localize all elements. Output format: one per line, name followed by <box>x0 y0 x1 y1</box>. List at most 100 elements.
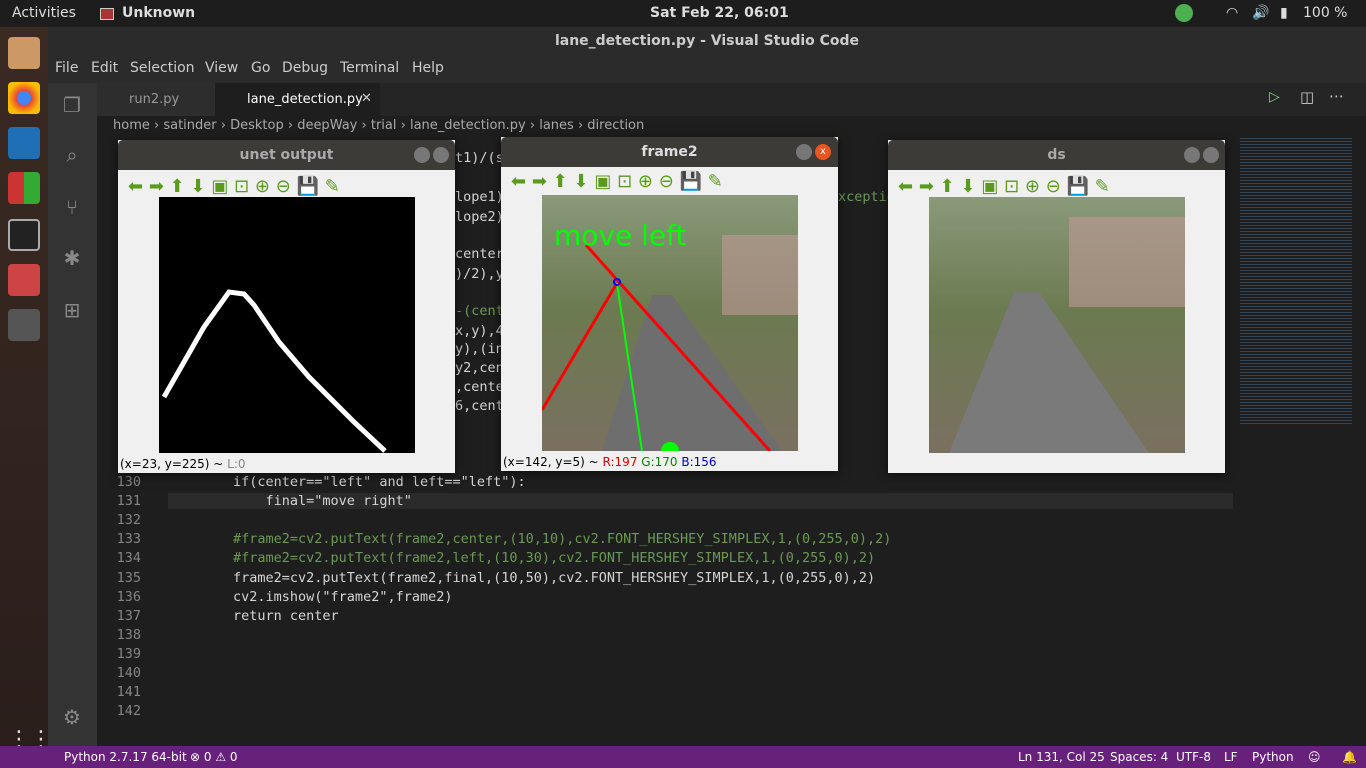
menu-view[interactable]: View <box>205 60 238 76</box>
code-line[interactable]: #frame2=cv2.putText(frame2,center,(10,10… <box>168 531 891 547</box>
zoom-out-icon[interactable]: ⊖ <box>1046 176 1061 197</box>
close-button[interactable] <box>1203 147 1219 163</box>
crumb-deepway[interactable]: deepWay <box>297 118 357 133</box>
pan-right-icon[interactable]: ➡ <box>149 176 164 197</box>
save-icon[interactable]: 💾 <box>297 176 319 197</box>
save-icon[interactable]: 💾 <box>1067 176 1089 197</box>
crumb-lanes[interactable]: lanes <box>539 118 574 133</box>
notifications-icon[interactable]: 🔔 <box>1342 750 1357 764</box>
debug-icon[interactable]: ✱ <box>60 246 84 270</box>
pan-up-icon[interactable]: ⬆ <box>553 171 568 192</box>
app-menu[interactable]: Unknown <box>122 5 195 21</box>
minimize-button[interactable] <box>1184 147 1200 163</box>
clock[interactable]: Sat Feb 22, 06:01 <box>650 5 789 21</box>
activities-button[interactable]: Activities <box>12 5 76 21</box>
menu-go[interactable]: Go <box>251 60 270 76</box>
crumb-file[interactable]: lane_detection.py <box>410 118 526 133</box>
tab-lane-detection[interactable]: lane_detection.py <box>215 83 380 116</box>
zoom-out-icon[interactable]: ⊖ <box>659 171 674 192</box>
minimap[interactable] <box>1240 136 1352 426</box>
line-ending[interactable]: LF <box>1224 750 1238 764</box>
indentation[interactable]: Spaces: 4 <box>1110 750 1168 764</box>
zoom-in-icon[interactable]: ⊕ <box>638 171 653 192</box>
minimize-button[interactable] <box>414 147 430 163</box>
zoom-image-icon[interactable]: ▣ <box>981 176 998 197</box>
pan-down-icon[interactable]: ⬇ <box>960 176 975 197</box>
zoom-out-icon[interactable]: ⊖ <box>276 176 291 197</box>
zoom-image-icon[interactable]: ▣ <box>211 176 228 197</box>
tab-run2[interactable]: run2.py <box>97 83 215 116</box>
pan-right-icon[interactable]: ➡ <box>532 171 547 192</box>
run-icon[interactable]: ▷ <box>1269 89 1280 105</box>
more-actions-icon[interactable]: ⋯ <box>1329 87 1344 105</box>
crumb-desktop[interactable]: Desktop <box>230 118 284 133</box>
zoom-fit-icon[interactable]: ⊡ <box>617 171 632 192</box>
settings-icon[interactable] <box>8 264 40 296</box>
minimize-button[interactable] <box>796 144 812 160</box>
code-line[interactable]: cv2.imshow("frame2",frame2) <box>168 589 452 605</box>
terminal-icon[interactable] <box>8 219 40 251</box>
language-mode[interactable]: Python <box>1252 750 1294 764</box>
close-tab-icon[interactable]: ✕ <box>361 91 372 106</box>
line-number: 132 <box>116 512 141 529</box>
menu-debug[interactable]: Debug <box>282 60 328 76</box>
battery-icon[interactable]: ▮ <box>1280 5 1288 21</box>
code-line[interactable]: return center <box>168 608 339 624</box>
close-button[interactable]: x <box>815 144 831 160</box>
encoding[interactable]: UTF-8 <box>1176 750 1211 764</box>
crumb-satinder[interactable]: satinder <box>163 118 216 133</box>
problems-count[interactable]: ⊗ 0 ⚠ 0 <box>190 750 238 764</box>
code-line[interactable]: frame2=cv2.putText(frame2,final,(10,50),… <box>168 570 875 586</box>
code-line[interactable]: #frame2=cv2.putText(frame2,left,(10,30),… <box>168 550 875 566</box>
wifi-icon[interactable]: ◠ <box>1226 5 1238 21</box>
crumb-direction[interactable]: direction <box>587 118 644 133</box>
menu-edit[interactable]: Edit <box>91 60 118 76</box>
unet-output-window[interactable]: unet output ⬅ ➡ ⬆ ⬇ ▣ ⊡ ⊕ ⊖ 💾 ✎ (x=23, y… <box>118 140 455 473</box>
code-line[interactable]: if(center=="left" and left=="left"): <box>168 474 526 490</box>
opencv-window-icon[interactable] <box>8 309 40 341</box>
software-icon[interactable] <box>8 172 40 204</box>
menu-selection[interactable]: Selection <box>130 60 195 76</box>
zoom-in-icon[interactable]: ⊕ <box>255 176 270 197</box>
explorer-icon[interactable]: ❐ <box>60 93 84 117</box>
properties-icon[interactable]: ✎ <box>1095 176 1110 197</box>
crumb-home[interactable]: home <box>113 118 150 133</box>
pan-up-icon[interactable]: ⬆ <box>170 176 185 197</box>
split-editor-icon[interactable]: ◫ <box>1300 88 1314 106</box>
files-icon[interactable] <box>8 37 40 69</box>
search-icon[interactable]: ⌕ <box>60 143 84 167</box>
pan-left-icon[interactable]: ⬅ <box>511 171 526 192</box>
pan-left-icon[interactable]: ⬅ <box>128 176 143 197</box>
update-icon[interactable] <box>1175 4 1193 22</box>
code-line[interactable]: final="move right" <box>168 493 1233 510</box>
properties-icon[interactable]: ✎ <box>708 171 723 192</box>
zoom-fit-icon[interactable]: ⊡ <box>234 176 249 197</box>
properties-icon[interactable]: ✎ <box>325 176 340 197</box>
pan-down-icon[interactable]: ⬇ <box>573 171 588 192</box>
pan-down-icon[interactable]: ⬇ <box>190 176 205 197</box>
close-button[interactable] <box>433 147 449 163</box>
cursor-position[interactable]: Ln 131, Col 25 <box>1018 750 1105 764</box>
python-interpreter[interactable]: Python 2.7.17 64-bit <box>64 750 187 764</box>
zoom-image-icon[interactable]: ▣ <box>594 171 611 192</box>
zoom-in-icon[interactable]: ⊕ <box>1025 176 1040 197</box>
pan-up-icon[interactable]: ⬆ <box>940 176 955 197</box>
pan-left-icon[interactable]: ⬅ <box>898 176 913 197</box>
volume-icon[interactable]: 🔊 <box>1252 5 1269 21</box>
frame2-window[interactable]: frame2 x ⬅ ➡ ⬆ ⬇ ▣ ⊡ ⊕ ⊖ 💾 ✎ move left (… <box>501 137 838 471</box>
menu-terminal[interactable]: Terminal <box>340 60 399 76</box>
dock: ⋮⋮ <box>0 27 52 768</box>
menu-help[interactable]: Help <box>412 60 444 76</box>
gear-icon[interactable]: ⚙ <box>60 705 84 729</box>
ds-window[interactable]: ds ⬅ ➡ ⬆ ⬇ ▣ ⊡ ⊕ ⊖ 💾 ✎ <box>888 140 1225 473</box>
chrome-icon[interactable] <box>8 82 40 114</box>
extensions-icon[interactable]: ⊞ <box>60 298 84 322</box>
pan-right-icon[interactable]: ➡ <box>919 176 934 197</box>
source-control-icon[interactable]: ⑂ <box>60 195 84 219</box>
menu-file[interactable]: File <box>55 60 78 76</box>
zoom-fit-icon[interactable]: ⊡ <box>1004 176 1019 197</box>
crumb-trial[interactable]: trial <box>371 118 397 133</box>
save-icon[interactable]: 💾 <box>680 171 702 192</box>
vscode-icon[interactable] <box>8 127 40 159</box>
feedback-icon[interactable]: ☺ <box>1308 750 1321 764</box>
